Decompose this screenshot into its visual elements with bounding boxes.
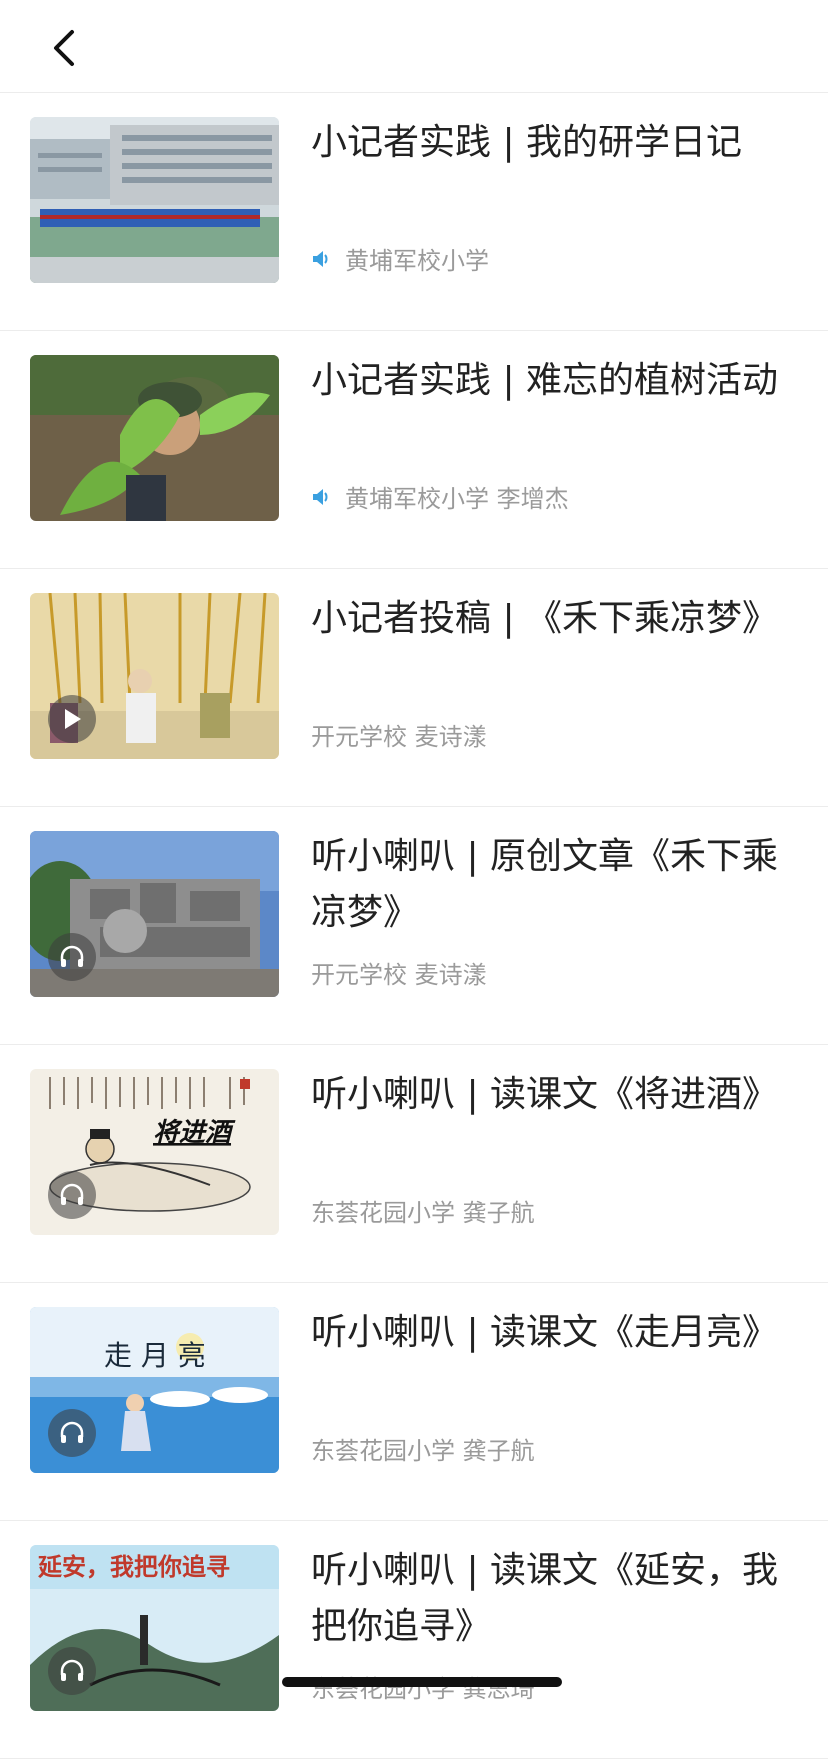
thumbnail: 走 月 亮 — [30, 1307, 279, 1473]
thumbnail-caption: 走 月 亮 — [104, 1339, 206, 1372]
item-source: 开元学校 麦诗漾 — [311, 723, 487, 751]
list-item[interactable]: 小记者投稿 | 《禾下乘凉梦》 开元学校 麦诗漾 — [0, 569, 828, 807]
item-source: 东荟花园小学 龚子航 — [311, 1437, 535, 1465]
listen-button[interactable] — [48, 1409, 96, 1457]
speaker-icon — [311, 250, 331, 268]
listen-button[interactable] — [48, 933, 96, 981]
listen-button[interactable] — [48, 1647, 96, 1695]
item-meta: 开元学校 麦诗漾 — [311, 955, 487, 990]
thumbnail-caption: 将进酒 — [153, 1118, 236, 1148]
item-title: 听小喇叭 | 读课文《走月亮》 — [311, 1312, 779, 1353]
list-item[interactable]: 听小喇叭 | 原创文章《禾下乘凉梦》 开元学校 麦诗漾 — [0, 807, 828, 1045]
item-source: 东荟花园小学 龚子航 — [311, 1199, 535, 1227]
item-title: 小记者实践 | 难忘的植树活动 — [311, 360, 779, 401]
item-meta: 黄埔军校小学 — [311, 241, 489, 276]
item-meta: 黄埔军校小学 李增杰 — [311, 479, 569, 514]
thumbnail — [30, 593, 279, 759]
article-list: 小记者实践 | 我的研学日记 黄埔军校小学 小记者实践 | 难忘的植树活动 黄埔… — [0, 93, 828, 1759]
thumbnail — [30, 117, 279, 283]
item-meta: 开元学校 麦诗漾 — [311, 717, 487, 752]
item-source: 开元学校 麦诗漾 — [311, 961, 487, 989]
item-meta: 东荟花园小学 龚子航 — [311, 1193, 535, 1228]
play-button[interactable] — [48, 695, 96, 743]
item-title: 听小喇叭 | 读课文《延安，我把你追寻》 — [311, 1550, 779, 1647]
list-item[interactable]: 小记者实践 | 难忘的植树活动 黄埔军校小学 李增杰 — [0, 331, 828, 569]
home-indicator[interactable] — [282, 1677, 562, 1687]
item-source: 黄埔军校小学 李增杰 — [345, 485, 569, 513]
list-item[interactable]: 走 月 亮 听小喇叭 | 读课文《走月亮》 东荟花园小学 龚子航 — [0, 1283, 828, 1521]
item-title: 小记者实践 | 我的研学日记 — [311, 122, 743, 163]
listen-button[interactable] — [48, 1171, 96, 1219]
headphones-icon — [60, 1421, 84, 1443]
headphones-icon — [60, 1183, 84, 1205]
back-button[interactable] — [42, 22, 86, 74]
speaker-icon — [311, 488, 331, 506]
headphones-icon — [60, 1659, 84, 1681]
thumbnail — [30, 355, 279, 521]
item-source: 黄埔军校小学 — [345, 247, 489, 275]
list-item[interactable]: 延安，我把你追寻 听小喇叭 | 读课文《延安，我把你追寻》 东荟花园小学 龚思琦 — [0, 1521, 828, 1759]
list-item[interactable]: 小记者实践 | 我的研学日记 黄埔军校小学 — [0, 93, 828, 331]
thumbnail: 延安，我把你追寻 — [30, 1545, 279, 1711]
item-title: 听小喇叭 | 读课文《将进酒》 — [311, 1074, 779, 1115]
item-title: 听小喇叭 | 原创文章《禾下乘凉梦》 — [311, 836, 779, 933]
list-item[interactable]: 将进酒 听小喇叭 | 读课文《将进酒》 东荟花园小学 龚子航 — [0, 1045, 828, 1283]
item-meta: 东荟花园小学 龚子航 — [311, 1431, 535, 1466]
thumbnail-caption: 延安，我把你追寻 — [37, 1552, 230, 1581]
play-icon — [65, 709, 81, 729]
item-title: 小记者投稿 | 《禾下乘凉梦》 — [311, 598, 779, 639]
thumbnail — [30, 831, 279, 997]
thumbnail: 将进酒 — [30, 1069, 279, 1235]
chevron-left-icon — [54, 30, 74, 66]
top-bar — [0, 0, 828, 93]
headphones-icon — [60, 945, 84, 967]
